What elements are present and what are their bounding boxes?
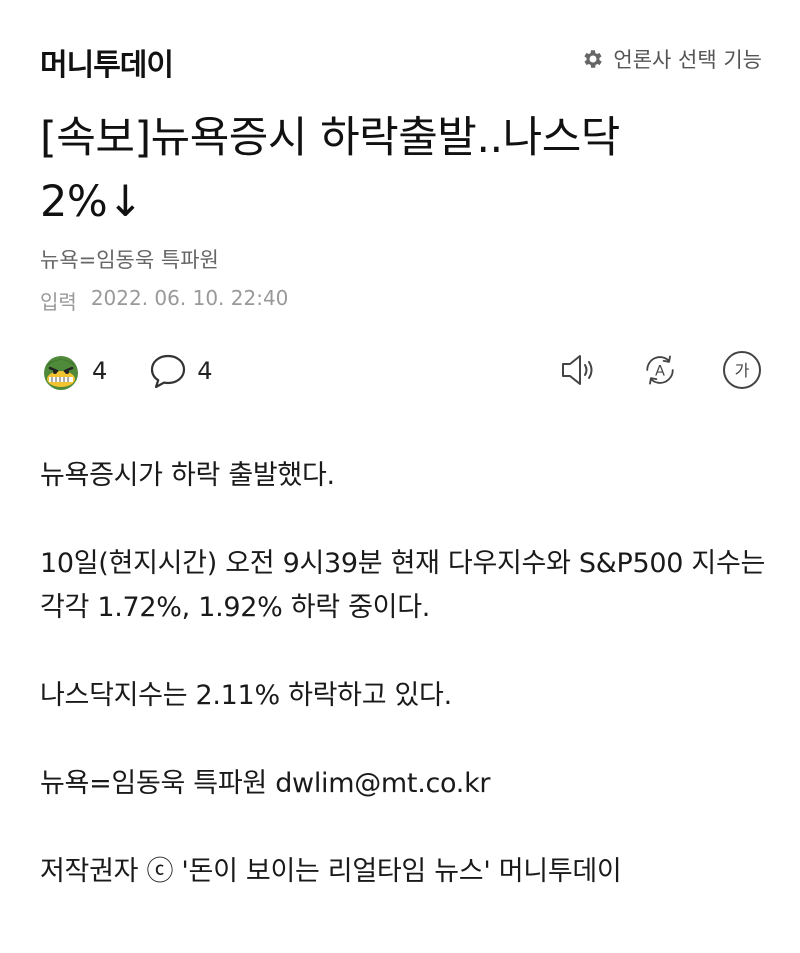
reporter-email-line: 뉴욕=임동욱 특파원 dwlim@mt.co.kr <box>40 768 491 799</box>
tts-button[interactable] <box>558 350 598 390</box>
reading-tools: A 가 <box>558 350 762 390</box>
article-toolbar: 4 4 A 가 <box>40 350 762 394</box>
byline[interactable]: 뉴욕=임동욱 특파원 <box>40 244 219 274</box>
date-value: 2022. 06. 10. 22:40 <box>90 286 289 310</box>
translate-button[interactable]: A <box>640 350 680 390</box>
gear-icon <box>584 50 603 68</box>
translate-glyph: A <box>655 363 665 379</box>
font-size-icon: 가 <box>723 351 761 389</box>
emoji-count: 4 <box>92 357 108 385</box>
font-size-glyph: 가 <box>735 361 750 380</box>
top-bar: 머니투데이 언론사 선택 기능 <box>40 40 762 83</box>
copyright-line: 저작권자 ⓒ '돈이 보이는 리얼타임 뉴스' 머니투데이 <box>40 856 622 887</box>
comment-count: 4 <box>197 357 213 385</box>
translate-icon: A <box>646 355 674 385</box>
date-label: 입력 <box>40 290 77 314</box>
article-paragraph: 뉴욕증시가 하락 출발했다. <box>40 460 335 491</box>
article-title-line1: [속보]뉴욕증시 하락출발..나스닥 <box>40 113 620 163</box>
font-size-button[interactable]: 가 <box>722 350 762 390</box>
press-select-label: 언론사 선택 기능 <box>613 48 762 72</box>
press-select-button[interactable]: 언론사 선택 기능 <box>581 44 762 74</box>
article-paragraph: 나스닥지수는 2.11% 하락하고 있다. <box>40 680 452 711</box>
article-title-line2: 2%↓ <box>40 177 143 227</box>
article-paragraph: 10일(현지시간) 오전 9시39분 현재 다우지수와 S&P500 지수는 각… <box>40 548 766 623</box>
article-body: 뉴욕증시가 하락 출발했다. 10일(현지시간) 오전 9시39분 현재 다우지… <box>40 454 770 938</box>
dateline: 입력 2022. 06. 10. 22:40 <box>40 286 288 315</box>
reactions: 4 4 <box>40 350 255 392</box>
comment-bubble-icon[interactable] <box>149 352 187 390</box>
article-title: [속보]뉴욕증시 하락출발..나스닥 2%↓ <box>40 106 740 234</box>
angry-face-icon[interactable] <box>40 350 82 392</box>
speaker-icon <box>562 355 593 385</box>
press-name[interactable]: 머니투데이 <box>40 40 174 84</box>
